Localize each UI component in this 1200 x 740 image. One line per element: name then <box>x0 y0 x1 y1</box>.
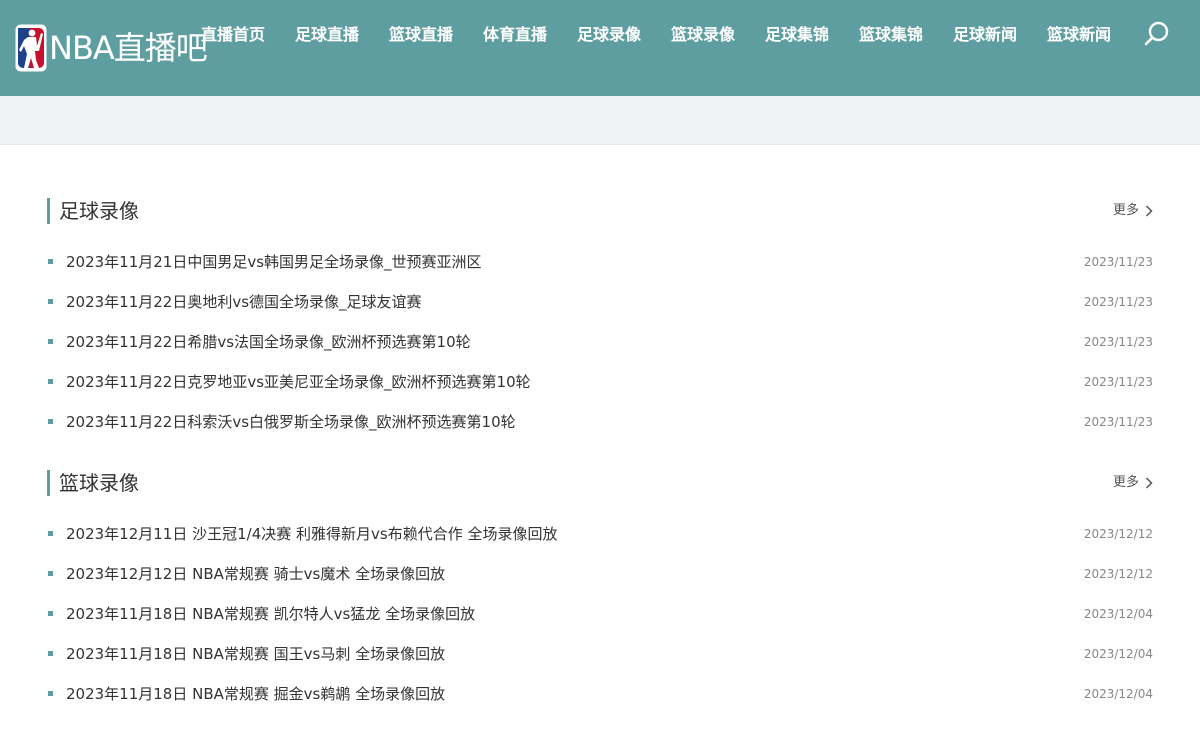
list-item: 2023年11月18日 NBA常规赛 国王vs马刺 全场录像回放 2023/12… <box>47 640 1153 680</box>
bullet-icon <box>48 611 53 616</box>
nav-item-football-highlights[interactable]: 足球集锦 <box>750 21 844 45</box>
chevron-right-icon <box>1145 477 1153 489</box>
list-item-date: 2023/11/23 <box>1083 375 1153 389</box>
section-accent-bar <box>47 198 50 224</box>
bullet-icon <box>48 259 53 264</box>
bullet-icon <box>48 299 53 304</box>
bullet-icon <box>48 651 53 656</box>
list-item: 2023年11月18日 NBA常规赛 掘金vs鹈鹕 全场录像回放 2023/12… <box>47 680 1153 720</box>
section-football-replays: 足球录像 更多 2023年11月21日中国男足vs韩国男足全场录像_世预赛亚洲区… <box>47 198 1153 448</box>
list-item-date: 2023/11/23 <box>1083 295 1153 309</box>
list-item-link[interactable]: 2023年11月18日 NBA常规赛 掘金vs鹈鹕 全场录像回放 <box>66 680 445 708</box>
list-item-link[interactable]: 2023年11月22日科索沃vs白俄罗斯全场录像_欧洲杯预选赛第10轮 <box>66 408 516 436</box>
nav-item-live-home[interactable]: 直播首页 <box>186 21 280 45</box>
list-item: 2023年11月22日希腊vs法国全场录像_欧洲杯预选赛第10轮 2023/11… <box>47 328 1153 368</box>
more-label: 更多 <box>1112 475 1139 490</box>
nav-item-football-live[interactable]: 足球直播 <box>280 21 374 45</box>
replay-list: 2023年11月21日中国男足vs韩国男足全场录像_世预赛亚洲区 2023/11… <box>47 248 1153 448</box>
logo-text: NBA直播吧 <box>49 29 208 67</box>
list-item-link[interactable]: 2023年11月21日中国男足vs韩国男足全场录像_世预赛亚洲区 <box>66 248 482 276</box>
list-item-date: 2023/11/23 <box>1083 415 1153 429</box>
list-item: 2023年11月21日中国男足vs韩国男足全场录像_世预赛亚洲区 2023/11… <box>47 248 1153 288</box>
bullet-icon <box>48 691 53 696</box>
list-item-date: 2023/12/12 <box>1083 567 1153 581</box>
list-item-link[interactable]: 2023年11月22日克罗地亚vs亚美尼亚全场录像_欧洲杯预选赛第10轮 <box>66 368 531 396</box>
nav-item-sports-live[interactable]: 体育直播 <box>468 21 562 45</box>
list-item-date: 2023/12/12 <box>1083 527 1153 541</box>
search-icon <box>1144 21 1169 46</box>
list-item: 2023年11月22日克罗地亚vs亚美尼亚全场录像_欧洲杯预选赛第10轮 202… <box>47 368 1153 408</box>
list-item-link[interactable]: 2023年12月11日 沙王冠1/4决赛 利雅得新月vs布赖代合作 全场录像回放 <box>66 520 558 548</box>
list-item: 2023年12月12日 NBA常规赛 骑士vs魔术 全场录像回放 2023/12… <box>47 560 1153 600</box>
sub-banner <box>0 96 1200 145</box>
more-link[interactable]: 更多 <box>1113 198 1153 224</box>
section-title: 足球录像 <box>59 199 139 223</box>
nav-item-basketball-highlights[interactable]: 篮球集锦 <box>844 21 938 45</box>
list-item: 2023年11月22日科索沃vs白俄罗斯全场录像_欧洲杯预选赛第10轮 2023… <box>47 408 1153 448</box>
list-item-link[interactable]: 2023年11月18日 NBA常规赛 国王vs马刺 全场录像回放 <box>66 640 445 668</box>
section-header: 足球录像 更多 <box>47 198 1153 224</box>
nav-item-basketball-live[interactable]: 篮球直播 <box>374 21 468 45</box>
bullet-icon <box>48 339 53 344</box>
bullet-icon <box>48 571 53 576</box>
replay-list: 2023年12月11日 沙王冠1/4决赛 利雅得新月vs布赖代合作 全场录像回放… <box>47 520 1153 720</box>
list-item: 2023年11月22日奥地利vs德国全场录像_足球友谊赛 2023/11/23 <box>47 288 1153 328</box>
site-header: NBA直播吧 直播首页 足球直播 篮球直播 体育直播 足球录像 篮球录像 足球集… <box>0 0 1200 96</box>
nav-item-football-news[interactable]: 足球新闻 <box>938 21 1032 45</box>
list-item-date: 2023/11/23 <box>1083 335 1153 349</box>
list-item-date: 2023/12/04 <box>1083 687 1153 701</box>
nav-item-football-replays[interactable]: 足球录像 <box>562 21 656 45</box>
nba-logo-icon <box>15 24 47 72</box>
section-accent-bar <box>47 470 50 496</box>
search-button[interactable] <box>1143 20 1171 48</box>
bullet-icon <box>48 419 53 424</box>
list-item-date: 2023/12/04 <box>1083 647 1153 661</box>
main-nav: 直播首页 足球直播 篮球直播 体育直播 足球录像 篮球录像 足球集锦 篮球集锦 … <box>186 0 1126 66</box>
list-item: 2023年12月11日 沙王冠1/4决赛 利雅得新月vs布赖代合作 全场录像回放… <box>47 520 1153 560</box>
list-item-link[interactable]: 2023年12月12日 NBA常规赛 骑士vs魔术 全场录像回放 <box>66 560 445 588</box>
section-title: 篮球录像 <box>59 471 139 495</box>
list-item: 2023年11月18日 NBA常规赛 凯尔特人vs猛龙 全场录像回放 2023/… <box>47 600 1153 640</box>
more-link[interactable]: 更多 <box>1113 470 1153 496</box>
more-label: 更多 <box>1112 203 1139 218</box>
section-basketball-replays: 篮球录像 更多 2023年12月11日 沙王冠1/4决赛 利雅得新月vs布赖代合… <box>47 470 1153 720</box>
list-item-link[interactable]: 2023年11月22日奥地利vs德国全场录像_足球友谊赛 <box>66 288 422 316</box>
nav-item-basketball-news[interactable]: 篮球新闻 <box>1032 21 1126 45</box>
section-header: 篮球录像 更多 <box>47 470 1153 496</box>
site-logo[interactable]: NBA直播吧 <box>15 24 208 72</box>
list-item-link[interactable]: 2023年11月18日 NBA常规赛 凯尔特人vs猛龙 全场录像回放 <box>66 600 475 628</box>
chevron-right-icon <box>1145 205 1153 217</box>
list-item-date: 2023/12/04 <box>1083 607 1153 621</box>
bullet-icon <box>48 379 53 384</box>
list-item-link[interactable]: 2023年11月22日希腊vs法国全场录像_欧洲杯预选赛第10轮 <box>66 328 471 356</box>
list-item-date: 2023/11/23 <box>1083 255 1153 269</box>
nav-item-basketball-replays[interactable]: 篮球录像 <box>656 21 750 45</box>
bullet-icon <box>48 531 53 536</box>
